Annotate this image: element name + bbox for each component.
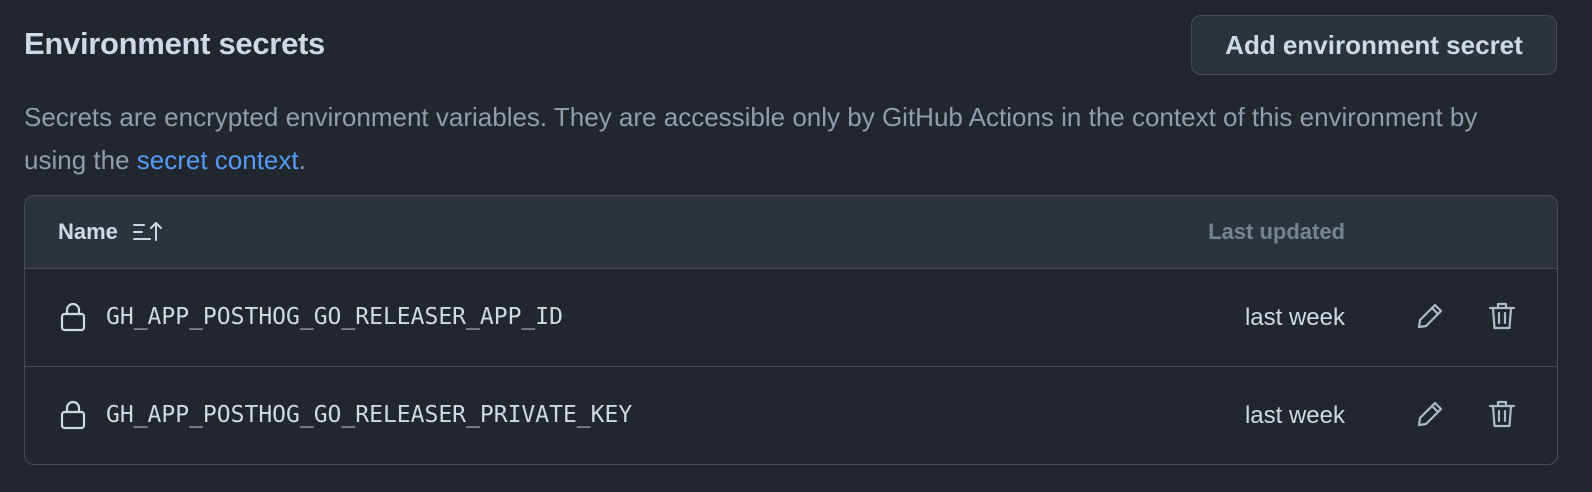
table-row: GH_APP_POSTHOG_GO_RELEASER_PRIVATE_KEY l…	[25, 367, 1557, 464]
secret-context-link[interactable]: secret context	[137, 145, 299, 175]
secret-last-updated: last week	[1244, 402, 1345, 429]
trash-icon	[1488, 399, 1516, 432]
add-environment-secret-button[interactable]: Add environment secret	[1191, 15, 1557, 75]
secret-name: GH_APP_POSTHOG_GO_RELEASER_APP_ID	[106, 304, 563, 330]
last-updated-column-header: Last updated	[1208, 219, 1345, 244]
page-title: Environment secrets	[24, 26, 325, 61]
description-end: .	[298, 145, 306, 175]
name-column-header[interactable]: Name	[58, 219, 164, 245]
delete-secret-button[interactable]	[1484, 299, 1520, 335]
name-column-label: Name	[58, 219, 118, 244]
secret-name: GH_APP_POSTHOG_GO_RELEASER_PRIVATE_KEY	[106, 402, 633, 428]
delete-secret-button[interactable]	[1484, 397, 1520, 433]
pencil-icon	[1415, 301, 1445, 334]
lock-icon	[59, 301, 87, 338]
edit-secret-button[interactable]	[1412, 299, 1448, 335]
lock-icon	[59, 399, 87, 436]
secret-last-updated: last week	[1244, 304, 1345, 331]
secrets-table: Name Last updated GH_APP_POSTHOG_GO_RELE…	[24, 195, 1558, 465]
pencil-icon	[1415, 399, 1445, 432]
edit-secret-button[interactable]	[1412, 397, 1448, 433]
table-row: GH_APP_POSTHOG_GO_RELEASER_APP_ID last w…	[25, 269, 1557, 367]
trash-icon	[1488, 301, 1516, 334]
sort-ascending-icon[interactable]	[132, 220, 164, 244]
secrets-description: Secrets are encrypted environment variab…	[24, 96, 1524, 182]
table-header: Name Last updated	[25, 196, 1557, 269]
